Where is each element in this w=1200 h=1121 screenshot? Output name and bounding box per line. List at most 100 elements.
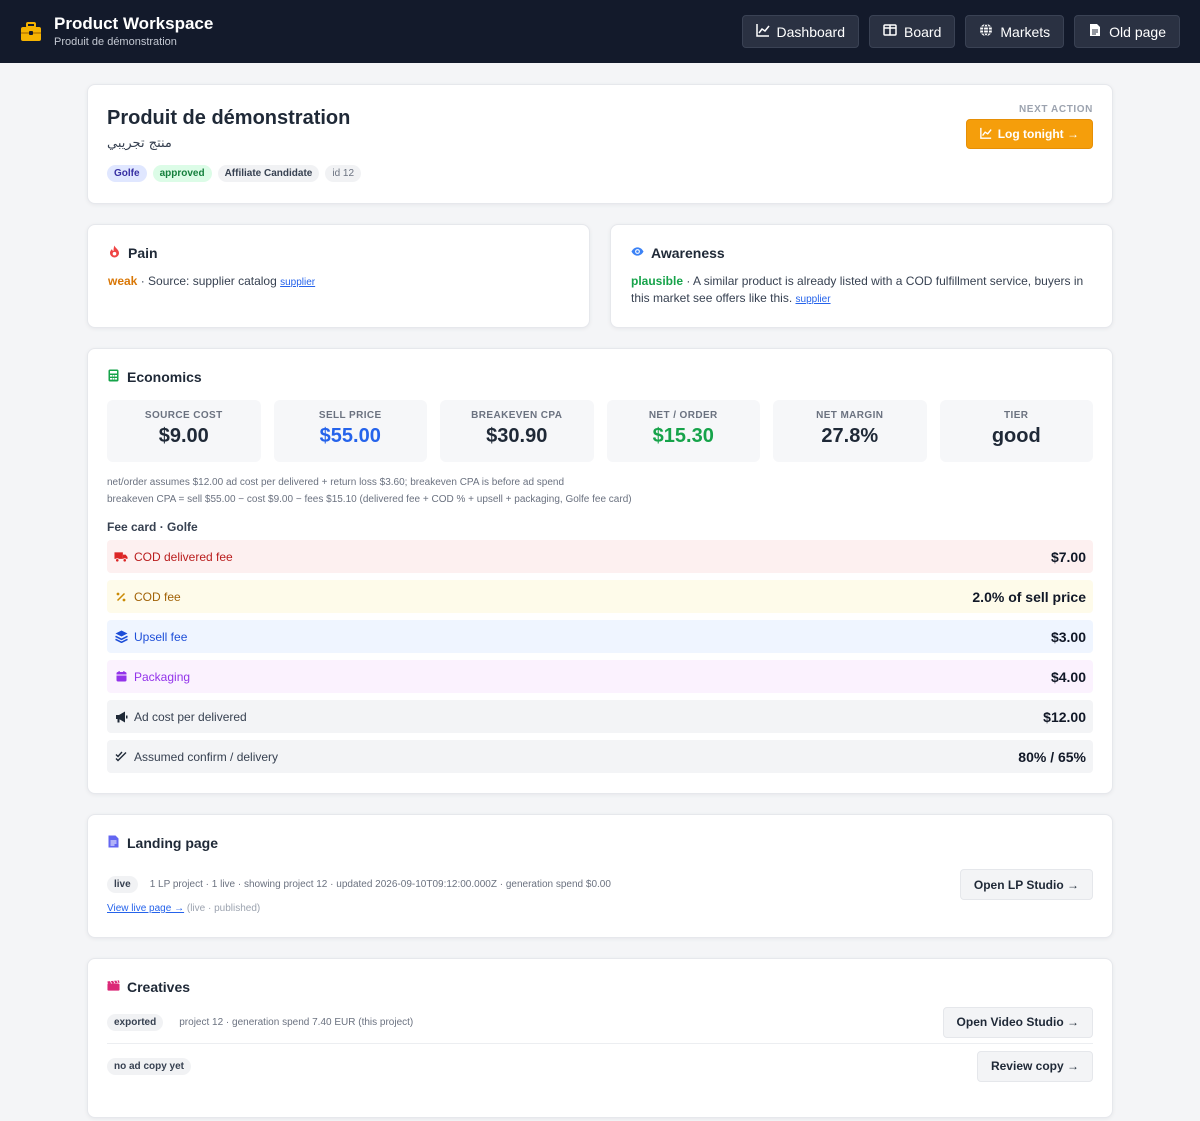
double-check-icon [114, 750, 128, 764]
briefcase-icon [20, 21, 42, 43]
fee-row-ad-cost: Ad cost per delivered $12.00 [107, 700, 1093, 733]
package-icon [114, 670, 128, 684]
review-copy-button[interactable]: Review copy → [976, 1050, 1093, 1082]
board-nav-label: Board [904, 23, 942, 40]
live-page-note: (live · published) [184, 903, 261, 914]
truck-icon [114, 550, 128, 564]
stat-value: $30.90 [486, 425, 548, 447]
stat-net-order: NET / ORDER $15.30 [606, 400, 760, 462]
globe-icon [979, 23, 993, 40]
fee-label: Ad cost per delivered [134, 709, 247, 724]
creatives-copy-row: no ad copy yet Review copy → [107, 1050, 1093, 1082]
stat-value: good [991, 425, 1041, 447]
pain-heading: Pain [108, 245, 569, 261]
fee-label: Upsell fee [134, 629, 188, 644]
economics-card: Economics SOURCE COST $9.00 SELL PRICE $… [87, 348, 1113, 794]
creatives-heading: Creatives [107, 979, 1093, 995]
stat-value: $55.00 [319, 425, 381, 447]
pain-source-link[interactable]: supplier [280, 277, 315, 288]
fee-value: 2.0% of sell price [972, 588, 1086, 605]
log-tonight-label: Log tonight → [997, 127, 1079, 141]
open-video-studio-button[interactable]: Open Video Studio → [942, 1006, 1093, 1038]
stat-label: NET MARGIN [816, 410, 884, 421]
awareness-heading: Awareness [631, 245, 1092, 261]
board-icon [883, 23, 897, 40]
app-subtitle: Produit de démonstration [54, 36, 177, 48]
calculator-icon [107, 369, 120, 385]
top-nav: Dashboard Board Markets Old page [741, 15, 1180, 48]
stat-sell-price: SELL PRICE $55.00 [273, 400, 427, 462]
fee-card-title: Fee card · Golfe [107, 520, 198, 534]
fee-row-cod-delivered: COD delivered fee $7.00 [107, 540, 1093, 573]
chart-line-icon [755, 23, 770, 40]
creatives-title: Creatives [127, 979, 191, 995]
id-chip: id 12 [325, 165, 362, 182]
awareness-card: Awareness plausible · A similar product … [610, 224, 1113, 328]
video-status-badge: exported [107, 1013, 164, 1031]
stat-value: $9.00 [158, 425, 209, 447]
markets-nav-label: Markets [1000, 23, 1051, 40]
top-bar: Product Workspace Produit de démonstrati… [0, 0, 1200, 63]
landing-page-title: Landing page [127, 835, 218, 851]
old-page-nav-button[interactable]: Old page [1074, 15, 1180, 48]
video-meta: project 12 · generation spend 7.40 EUR (… [179, 1016, 414, 1028]
landing-page-status-row: live 1 LP project · 1 live · showing pro… [107, 869, 1093, 900]
fee-row-cod: COD fee 2.0% of sell price [107, 580, 1093, 613]
product-chips: Golfe approved Affiliate Candidate id 12 [107, 165, 1093, 182]
economics-title: Economics [127, 369, 202, 385]
landing-page-heading: Landing page [107, 835, 1093, 851]
layers-icon [114, 630, 128, 644]
awareness-source-link[interactable]: supplier [796, 294, 831, 305]
markets-nav-button[interactable]: Markets [965, 15, 1065, 48]
document-icon [1088, 23, 1102, 40]
stat-source-cost: SOURCE COST $9.00 [107, 400, 261, 462]
view-live-page-link[interactable]: View live page → [107, 903, 184, 914]
fee-value: 80% / 65% [1018, 748, 1086, 765]
fee-value: $3.00 [1050, 628, 1086, 645]
landing-status-badge: live [107, 876, 138, 893]
awareness-level: plausible [631, 274, 684, 288]
pain-text: · Source: supplier catalog [137, 274, 281, 288]
fee-value: $4.00 [1050, 668, 1086, 685]
stat-net-margin: NET MARGIN 27.8% [773, 400, 927, 462]
clapperboard-icon [107, 979, 120, 995]
fee-label: COD delivered fee [134, 549, 233, 564]
stat-tier: TIER good [939, 400, 1093, 462]
open-lp-studio-button[interactable]: Open LP Studio → [959, 869, 1093, 900]
signals-row: Pain weak · Source: supplier catalog sup… [87, 224, 1113, 328]
stats-grid: SOURCE COST $9.00 SELL PRICE $55.00 BREA… [107, 400, 1093, 462]
dashboard-nav-button[interactable]: Dashboard [741, 15, 860, 48]
type-chip: Affiliate Candidate [217, 165, 320, 182]
ad-copy-status-badge: no ad copy yet [107, 1057, 192, 1075]
live-page-row: View live page → (live · published) [107, 903, 1093, 914]
stat-value: $15.30 [652, 425, 714, 447]
old-page-nav-label: Old page [1109, 23, 1166, 40]
chart-line-icon [979, 127, 992, 142]
app-title: Product Workspace [54, 14, 214, 33]
document-icon [107, 835, 120, 851]
fee-row-upsell: Upsell fee $3.00 [107, 620, 1093, 653]
eye-icon [631, 245, 644, 261]
fee-label: COD fee [134, 589, 181, 604]
product-header-card: Produit de démonstration منتج تجريبي Gol… [87, 84, 1113, 204]
stat-value: 27.8% [821, 425, 879, 447]
next-action: NEXT ACTION Log tonight → [965, 104, 1093, 149]
divider [107, 1043, 1093, 1044]
stat-label: NET / ORDER [648, 410, 718, 421]
pain-title: Pain [128, 245, 158, 261]
dashboard-nav-label: Dashboard [776, 23, 846, 40]
fee-label: Packaging [134, 669, 191, 684]
product-title-arabic: منتج تجريبي [107, 136, 172, 151]
fee-row-packaging: Packaging $4.00 [107, 660, 1093, 693]
board-nav-button[interactable]: Board [869, 15, 956, 48]
stat-label: SOURCE COST [144, 410, 223, 421]
pain-level: weak [108, 274, 138, 288]
awareness-title: Awareness [651, 245, 725, 261]
fee-card: COD delivered fee $7.00 COD fee 2.0% of … [107, 540, 1093, 773]
log-tonight-button[interactable]: Log tonight → [965, 119, 1093, 149]
brand: Product Workspace Produit de démonstrati… [20, 14, 213, 49]
fee-value: $7.00 [1050, 548, 1086, 565]
flame-icon [108, 245, 121, 261]
fee-value: $12.00 [1043, 708, 1086, 725]
creatives-video-row: exported project 12 · generation spend 7… [107, 1006, 1093, 1038]
